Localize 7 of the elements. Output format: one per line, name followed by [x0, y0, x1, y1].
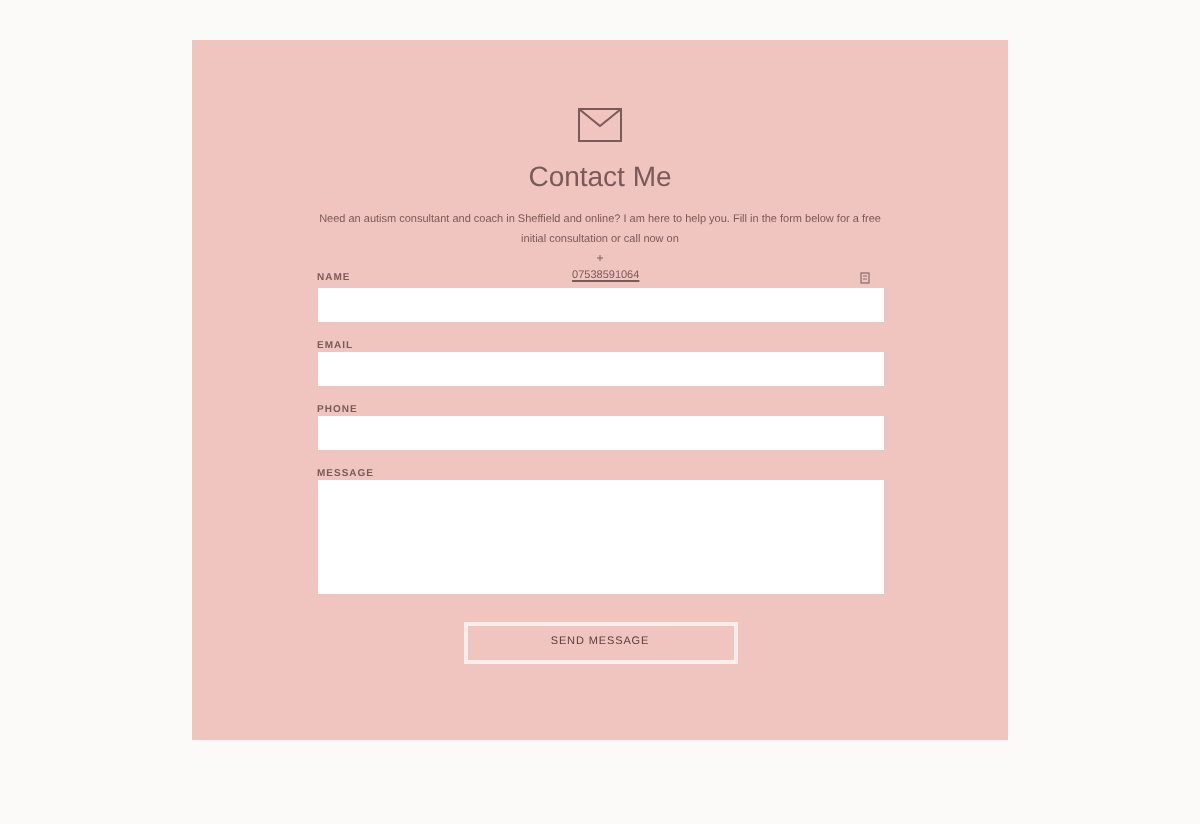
input-field[interactable] [317, 416, 883, 450]
input-field[interactable] [317, 352, 883, 386]
contact-title: Contact Me [528, 158, 672, 194]
message-field[interactable] [317, 480, 883, 594]
envelope-icon [578, 108, 622, 142]
input-field[interactable] [317, 288, 883, 322]
clipboard-icon [860, 271, 871, 283]
